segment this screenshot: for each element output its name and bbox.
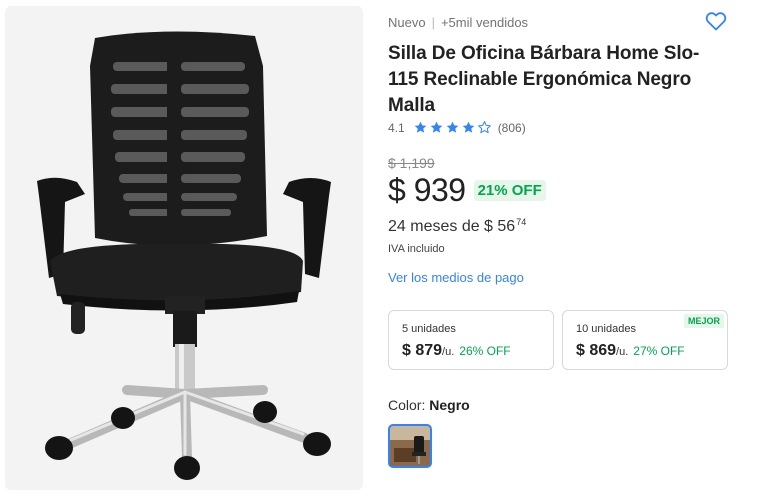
tier-per-unit: /u. [442,346,455,358]
payment-methods-link[interactable]: Ver los medios de pago [388,270,524,285]
tier-price-line: $ 879/u. 26% OFF [402,342,511,360]
rating-value: 4.1 [388,120,405,135]
tier-price: $ 879 [402,342,443,359]
product-subtitle: Nuevo | +5mil vendidos [388,15,528,30]
best-badge: MEJOR [683,314,724,328]
tax-note: IVA incluido [388,243,445,255]
review-count: (806) [497,120,526,135]
color-value: Negro [429,397,470,413]
tier-units: 5 unidades [402,323,456,335]
sold-count: +5mil vendidos [440,15,529,30]
star-filled-icon [446,121,459,133]
subtitle-separator: | [431,15,435,30]
tier-per-unit: /u. [616,346,629,358]
chair-product-image [37,31,331,480]
current-price: $ 939 [388,172,466,208]
color-selector-label: Color: Negro [388,397,470,413]
star-empty-icon [477,121,491,134]
star-filled-icon [430,121,443,133]
installments-info: 24 meses de $ 5674 [388,217,526,236]
tier-price: $ 869 [576,342,617,359]
tier-units: 10 unidades [576,323,636,335]
star-filled-icon [462,121,475,133]
product-image-gallery[interactable] [5,6,363,490]
discount-badge: 21% OFF [473,180,546,201]
condition-label: Nuevo [388,15,426,30]
original-price: $ 1,199 [388,155,435,171]
product-title: Silla De Oficina Bárbara Home Slo-115 Re… [388,43,700,116]
swatch-thumbnail-image [390,426,430,466]
bulk-tier-10-units[interactable]: MEJOR 10 unidades $ 869/u. 27% OFF [562,310,728,370]
favorite-button[interactable] [704,9,728,33]
heart-icon [705,12,727,31]
star-filled-icon [414,121,427,133]
installments-cents: 74 [516,217,527,227]
bulk-tier-5-units[interactable]: 5 unidades $ 879/u. 26% OFF [388,310,554,370]
tier-discount: 26% OFF [459,344,511,358]
price-row: $ 939 21% OFF [388,172,546,209]
color-label-text: Color: [388,397,426,413]
color-swatch-negro[interactable] [388,424,432,468]
rating-stars [413,120,492,135]
installments-text: 24 meses de $ 56 [388,218,516,235]
tier-price-line: $ 869/u. 27% OFF [576,342,685,360]
product-info-panel: Nuevo | +5mil vendidos Silla De Oficina Bá… [388,0,757,494]
rating-summary[interactable]: 4.1 (806) [388,120,526,135]
tier-discount: 27% OFF [633,344,685,358]
